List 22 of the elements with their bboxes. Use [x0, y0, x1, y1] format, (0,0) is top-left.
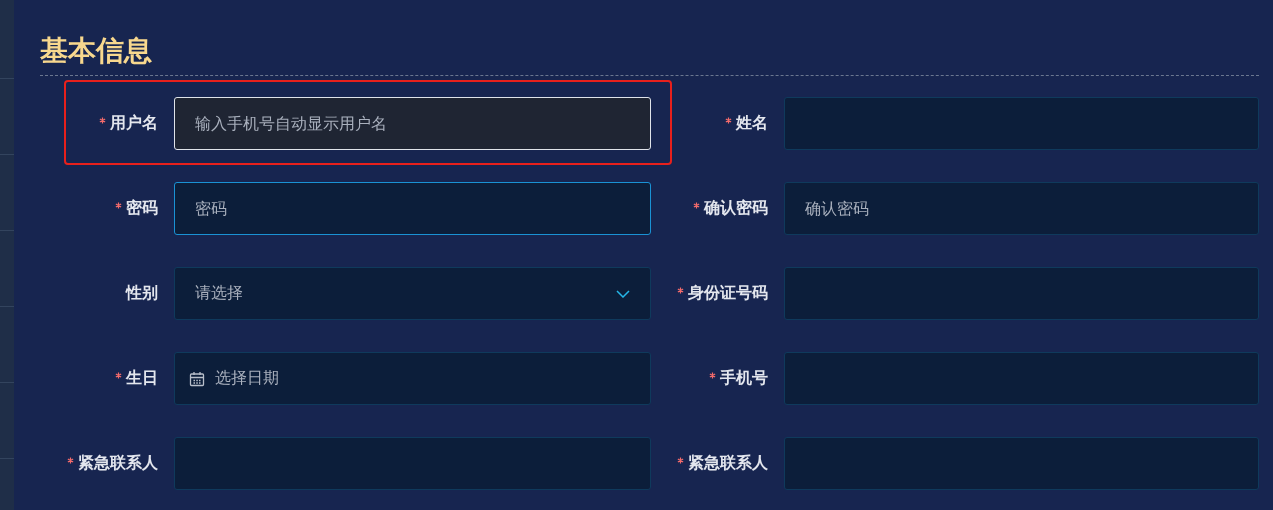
field-label: 用户名	[110, 113, 158, 134]
input-field[interactable]	[784, 97, 1259, 150]
section-title: 基本信息	[40, 33, 153, 69]
input-field[interactable]	[784, 437, 1259, 490]
field-label: 紧急联系人	[688, 453, 768, 474]
input-field[interactable]	[784, 267, 1259, 320]
input-field[interactable]	[784, 352, 1259, 405]
field-label: 性别	[126, 283, 158, 304]
select-field[interactable]: 请选择	[174, 267, 651, 320]
field-label: 生日	[126, 368, 158, 389]
field-label: 身份证号码	[688, 283, 768, 304]
field-label: 姓名	[736, 113, 768, 134]
field-label: 确认密码	[704, 198, 768, 219]
input-field[interactable]	[174, 437, 651, 490]
field-label: 紧急联系人	[78, 453, 158, 474]
field-label: 密码	[126, 198, 158, 219]
date-field[interactable]: 选择日期	[174, 352, 651, 405]
input-field[interactable]: 确认密码	[784, 182, 1259, 235]
field-label: 手机号	[720, 368, 768, 389]
chevron-down-icon	[616, 289, 630, 298]
input-field[interactable]: 密码	[174, 182, 651, 235]
calendar-icon	[189, 370, 205, 387]
